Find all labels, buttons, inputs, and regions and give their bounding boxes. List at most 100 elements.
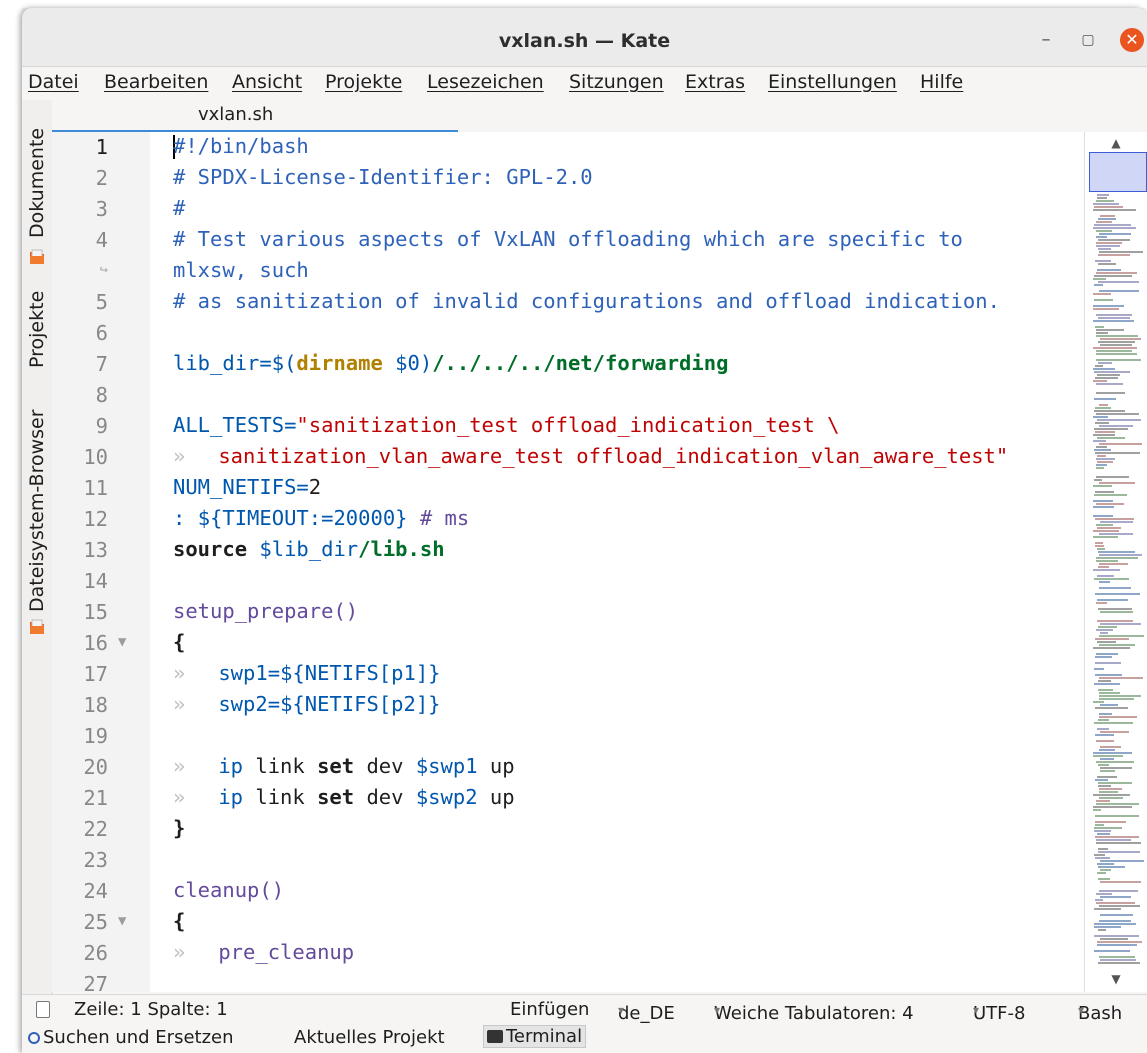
sidepanel-tab-projekte[interactable]: Projekte (26, 291, 48, 368)
wrap-indicator-icon: ↪ (99, 262, 108, 278)
line-text: source $lib_dir/lib.sh (173, 537, 445, 561)
search-icon (28, 1032, 40, 1044)
minimap-line (1096, 359, 1141, 361)
line-number: 7 (95, 352, 108, 376)
line-text: » sanitization_vlan_aware_test offload_in… (173, 444, 1009, 468)
minimap-line (1096, 893, 1112, 895)
minimize-button[interactable]: – (1034, 28, 1058, 52)
minimap-scrollbar[interactable]: ▲ ▼ (1084, 132, 1147, 992)
minimap-line (1098, 719, 1109, 721)
minimap-line (1097, 620, 1133, 622)
minimap-line (1099, 443, 1142, 445)
code-line-wrapped: ↪ mlxsw, such (52, 256, 1084, 287)
minimap-line (1096, 803, 1139, 805)
minimap-line (1096, 392, 1125, 394)
title-bar[interactable]: vxlan.sh — Kate – ▢ ✕ (22, 8, 1147, 67)
fold-arrow-icon[interactable]: ▼ (118, 913, 126, 929)
minimap-line (1093, 530, 1119, 532)
menu-extras[interactable]: Extras (685, 71, 745, 93)
menu-ansicht[interactable]: Ansicht (232, 71, 302, 93)
minimap-line (1100, 770, 1115, 772)
minimap-line (1094, 923, 1136, 925)
sidepanel-tab-dateisystem-browser[interactable]: Dateisystem-Browser (26, 409, 48, 612)
minimap-line (1096, 458, 1115, 460)
maximize-button[interactable]: ▢ (1076, 28, 1100, 52)
code-line: 9 ALL_TESTS="sanitization_test offload_i… (52, 411, 1084, 442)
minimap-line (1093, 347, 1137, 349)
minimap-line (1099, 716, 1137, 718)
minimap-line (1096, 560, 1118, 562)
line-text: # Test various aspects of VxLAN offloadi… (173, 227, 963, 251)
minimap-viewport[interactable] (1089, 152, 1147, 192)
minimap-line (1093, 806, 1132, 808)
minimap-line (1094, 494, 1127, 496)
scroll-up-arrow-icon[interactable]: ▲ (1106, 136, 1126, 150)
line-number: 18 (83, 693, 108, 717)
tab-vxlan-sh[interactable]: vxlan.sh (52, 100, 458, 133)
minimap-line (1100, 758, 1114, 760)
minimap-line (1094, 410, 1125, 412)
minimap-line (1094, 275, 1132, 277)
line-text: » ip link set dev $swp1 up (173, 754, 515, 778)
line-number: 14 (83, 569, 108, 593)
minimap-line (1098, 785, 1111, 787)
code-line: 18 » swp2=${NETIFS[p2]} (52, 690, 1084, 721)
minimap-line (1097, 197, 1107, 199)
line-number: 8 (95, 383, 108, 407)
minimap-line (1096, 524, 1113, 526)
minimap-line (1094, 827, 1122, 829)
minimap-line (1095, 836, 1139, 838)
minimap-line (1093, 416, 1108, 418)
code-editor[interactable]: 1 #!/bin/bash 2 # SPDX-License-Identifie… (52, 132, 1084, 992)
minimap-line (1093, 755, 1123, 757)
cursor-position[interactable]: Zeile: 1 Spalte: 1 (74, 999, 228, 1020)
background-window-edge (0, 0, 22, 1053)
menu-projekte[interactable]: Projekte (325, 71, 402, 93)
minimap-line (1093, 368, 1115, 370)
close-button[interactable]: ✕ (1120, 28, 1144, 52)
minimap-line (1095, 779, 1108, 781)
line-number: 13 (83, 538, 108, 562)
minimap-line (1097, 374, 1120, 376)
minimap-line (1096, 350, 1132, 352)
minimap-line (1096, 602, 1107, 604)
line-number: 27 (83, 972, 108, 992)
menu-bearbeiten[interactable]: Bearbeiten (104, 71, 208, 93)
minimap-line (1096, 653, 1118, 655)
minimap-line (1098, 689, 1113, 691)
input-mode[interactable]: Einfügen (510, 999, 589, 1020)
minimap-line (1094, 683, 1120, 685)
menu-sitzungen[interactable]: Sitzungen (569, 71, 664, 93)
line-number: 25 (83, 910, 108, 934)
line-text: { (173, 630, 186, 654)
line-number: 19 (83, 724, 108, 748)
scroll-down-arrow-icon[interactable]: ▼ (1106, 972, 1126, 986)
code-line: 21 » ip link set dev $swp2 up (52, 783, 1084, 814)
fold-arrow-icon[interactable]: ▼ (118, 634, 126, 650)
terminal-tool[interactable]: Terminal (483, 1025, 587, 1048)
menu-lesezeichen[interactable]: Lesezeichen (427, 71, 544, 93)
line-text: #!/bin/bash (173, 134, 309, 158)
chevron-down-icon: ▾ (714, 1003, 721, 1017)
minimap-line (1097, 548, 1105, 550)
menu-datei[interactable]: Datei (28, 71, 79, 93)
minimap-line (1100, 338, 1141, 340)
minimap-line (1100, 611, 1133, 613)
minimap-line (1096, 332, 1108, 334)
search-replace-tool[interactable]: Suchen und Ersetzen (28, 1027, 234, 1048)
minimap-line (1099, 290, 1139, 292)
minimap-line (1094, 950, 1130, 952)
minimap-line (1097, 863, 1114, 865)
current-project-tool[interactable]: Aktuelles Projekt (294, 1027, 445, 1048)
minimap-line (1093, 380, 1107, 382)
minimap-line (1097, 872, 1106, 874)
minimap-line (1099, 749, 1115, 751)
minimap-line (1094, 830, 1111, 832)
minimap-line (1095, 734, 1114, 736)
sidepanel-tab-dokumente[interactable]: Dokumente (26, 128, 48, 238)
code-line: 2 # SPDX-License-Identifier: GPL-2.0 (52, 163, 1084, 194)
menu-hilfe[interactable]: Hilfe (920, 71, 963, 93)
minimap-line (1097, 833, 1110, 835)
minimap-line (1100, 767, 1132, 769)
menu-einstellungen[interactable]: Einstellungen (768, 71, 897, 93)
